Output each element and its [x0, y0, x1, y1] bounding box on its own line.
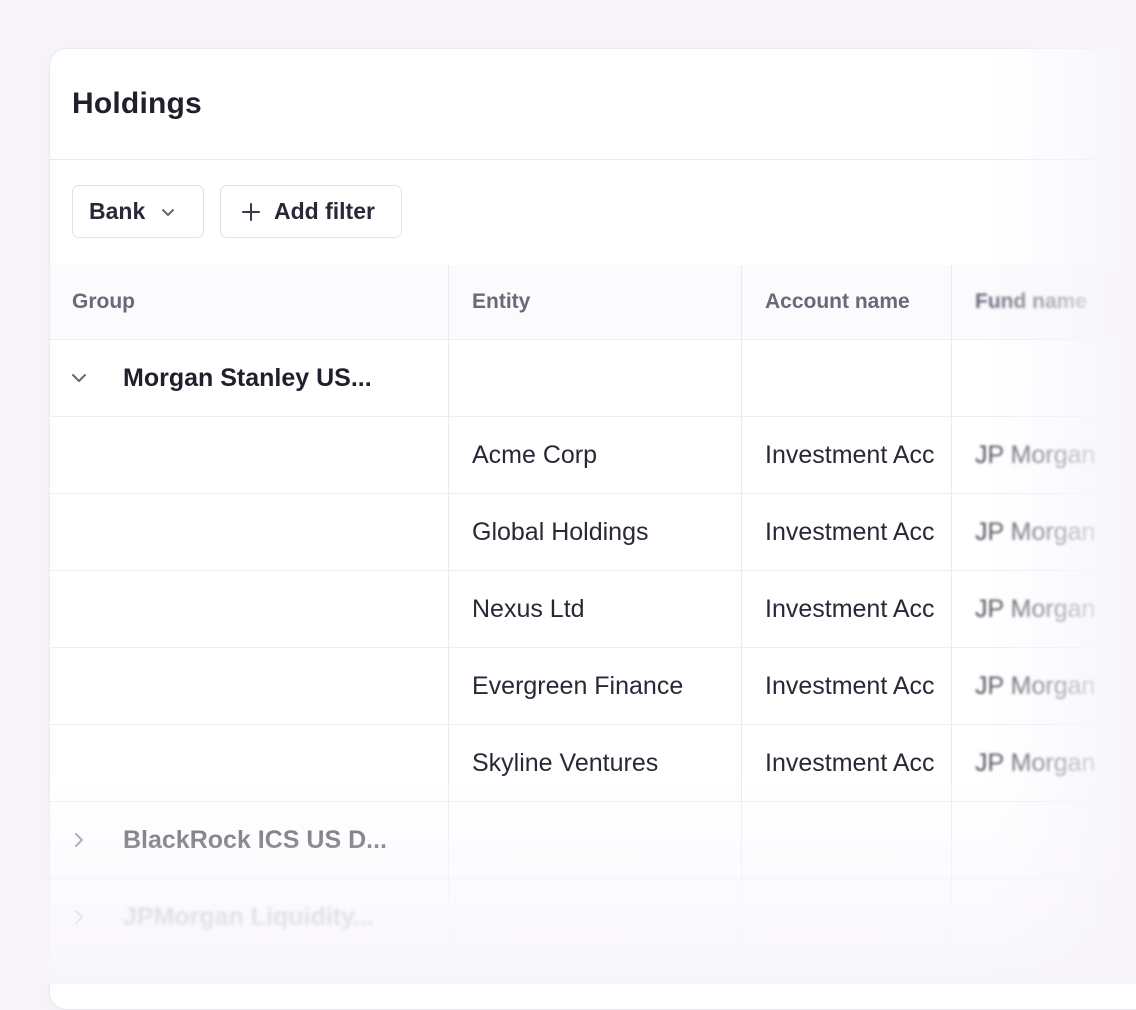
- account-cell: Investment Acc: [742, 417, 952, 493]
- entity-cell: Acme Corp: [449, 417, 742, 493]
- table-row[interactable]: Global Holdings Investment Acc JP Morgan: [50, 494, 1136, 571]
- fund-cell: JP Morgan: [975, 594, 1096, 623]
- account-cell: Investment Acc: [742, 571, 952, 647]
- empty-cell: [50, 417, 449, 493]
- entity-cell: Global Holdings: [449, 494, 742, 570]
- bank-filter-button[interactable]: Bank: [72, 185, 204, 238]
- chevron-down-icon[interactable]: [68, 368, 90, 388]
- add-filter-label: Add filter: [274, 198, 375, 224]
- column-header-account-name[interactable]: Account name: [742, 265, 952, 339]
- empty-cell: [952, 802, 1136, 878]
- entity-cell: Evergreen Finance: [449, 648, 742, 724]
- filter-bar: Bank Add filter: [50, 160, 1136, 266]
- empty-cell: [742, 879, 952, 955]
- fund-cell: JP Morgan: [975, 671, 1096, 700]
- table-row[interactable]: Skyline Ventures Investment Acc JP Morga…: [50, 725, 1136, 802]
- chevron-right-icon[interactable]: [68, 907, 90, 927]
- group-cell: JPMorgan Liquidity...: [50, 879, 449, 955]
- empty-cell: [952, 340, 1136, 416]
- group-row[interactable]: JPMorgan Liquidity...: [50, 879, 1136, 956]
- plus-icon: [241, 202, 261, 222]
- empty-cell: [952, 879, 1136, 955]
- group-name: Morgan Stanley US...: [123, 363, 372, 392]
- fund-cell: JP Morgan: [975, 440, 1096, 469]
- group-row[interactable]: Morgan Stanley US...: [50, 340, 1136, 417]
- entity-cell: Nexus Ltd: [449, 571, 742, 647]
- group-cell: Morgan Stanley US...: [50, 340, 449, 416]
- chevron-down-icon: [159, 203, 177, 221]
- column-header-group[interactable]: Group: [50, 265, 449, 339]
- group-cell: BlackRock ICS US D...: [50, 802, 449, 878]
- empty-cell: [449, 879, 742, 955]
- table-row[interactable]: Nexus Ltd Investment Acc JP Morgan: [50, 571, 1136, 648]
- group-name: JPMorgan Liquidity...: [123, 902, 374, 931]
- account-cell: Investment Acc: [742, 725, 952, 801]
- account-cell: Investment Acc: [742, 494, 952, 570]
- group-row[interactable]: BlackRock ICS US D...: [50, 802, 1136, 879]
- empty-cell: [449, 340, 742, 416]
- fund-cell: JP Morgan: [975, 748, 1096, 777]
- empty-cell: [50, 725, 449, 801]
- fund-cell: JP Morgan: [975, 517, 1096, 546]
- table-row[interactable]: Acme Corp Investment Acc JP Morgan: [50, 417, 1136, 494]
- empty-cell: [50, 571, 449, 647]
- account-cell: Investment Acc: [742, 648, 952, 724]
- empty-cell: [449, 802, 742, 878]
- group-name: BlackRock ICS US D...: [123, 825, 387, 854]
- title-bar: Holdings: [50, 49, 1136, 160]
- add-filter-button[interactable]: Add filter: [220, 185, 402, 238]
- empty-cell: [742, 340, 952, 416]
- entity-cell: Skyline Ventures: [449, 725, 742, 801]
- empty-cell: [50, 494, 449, 570]
- column-header-fund-name[interactable]: Fund name: [952, 265, 1136, 339]
- table-header-row: Group Entity Account name Fund name: [50, 265, 1136, 340]
- holdings-card: Holdings Bank Add filter Group Entity Ac…: [49, 48, 1136, 1010]
- bank-filter-label: Bank: [89, 198, 146, 224]
- column-header-entity[interactable]: Entity: [449, 265, 742, 339]
- table-row[interactable]: Evergreen Finance Investment Acc JP Morg…: [50, 648, 1136, 725]
- holdings-table: Group Entity Account name Fund name Morg…: [50, 265, 1136, 956]
- page-title: Holdings: [72, 87, 202, 120]
- chevron-right-icon[interactable]: [68, 830, 90, 850]
- empty-cell: [742, 802, 952, 878]
- empty-cell: [50, 648, 449, 724]
